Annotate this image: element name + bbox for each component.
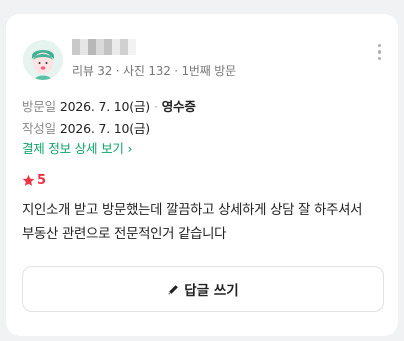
payment-detail-link[interactable]: 결제 정보 상세 보기 › xyxy=(22,138,132,157)
review-count: 리뷰 32 xyxy=(72,64,113,78)
reviewer-avatar[interactable] xyxy=(23,40,63,80)
cartoon-face-avatar-icon xyxy=(23,40,63,80)
star-icon xyxy=(22,174,35,186)
written-date-row: 작성일 2026. 7. 10(금) xyxy=(22,118,150,137)
reviewer-name-blurred[interactable] xyxy=(72,39,136,55)
pencil-icon xyxy=(168,284,179,294)
visit-date-value: 2026. 7. 10(금) xyxy=(59,99,150,114)
verification-badge: 영수증 xyxy=(161,99,196,114)
rating-value: 5 xyxy=(37,173,47,188)
review-card: 리뷰 32 · 사진 132 · 1번째 방문 방문일 2026. 7. 10(금… xyxy=(6,14,398,336)
written-date-value: 2026. 7. 10(금) xyxy=(59,121,150,136)
visit-date-row: 방문일 2026. 7. 10(금) · 영수증 xyxy=(22,99,196,114)
photo-count: 사진 132 xyxy=(123,64,171,78)
reply-button[interactable]: 답글 쓰기 xyxy=(22,266,384,312)
visit-count: 1번째 방문 xyxy=(181,64,237,78)
review-text: 지인소개 받고 방문했는데 깔끔하고 상세하게 상담 잘 하주셔서 부동산 관련… xyxy=(22,203,363,242)
reply-button-label: 답글 쓰기 xyxy=(184,283,239,299)
rating: 5 xyxy=(22,173,46,188)
visit-date-label: 방문일 xyxy=(22,99,56,114)
reviewer-stats: 리뷰 32 · 사진 132 · 1번째 방문 xyxy=(72,64,237,78)
written-date-label: 작성일 xyxy=(22,121,56,136)
more-options-icon[interactable] xyxy=(378,44,382,60)
